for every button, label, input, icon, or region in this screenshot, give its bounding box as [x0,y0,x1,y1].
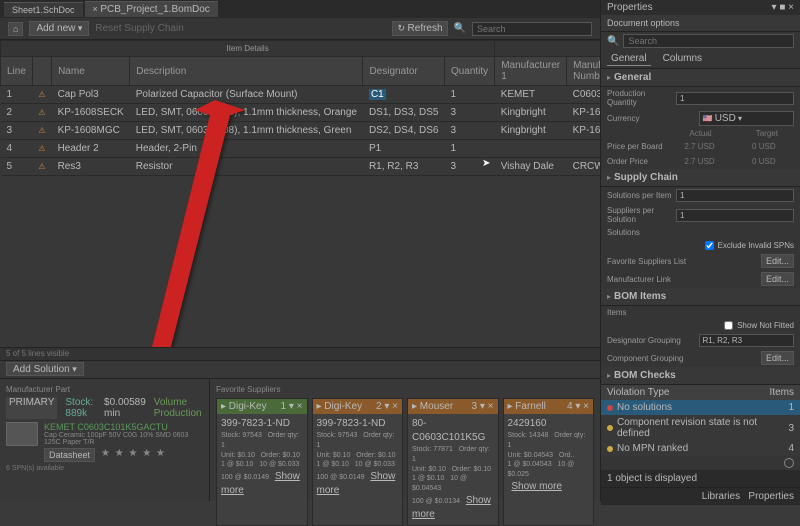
properties-tab[interactable]: Properties [748,491,794,502]
props-search-input[interactable] [623,34,794,48]
part-name: KEMET C0603C101K5GACTU [44,422,203,432]
group-item-details: Item Details [1,41,495,57]
edit-mfr-link-button[interactable]: Edit... [761,272,794,286]
home-icon[interactable]: ⌂ [8,22,23,36]
add-solution-button[interactable]: Add Solution ▾ [6,362,84,376]
table-row[interactable]: 1⚠Cap Pol3Polarized Capacitor (Surface M… [1,86,601,104]
supplier-card[interactable]: ▸ Mouser3 ▾ ×80-C0603C101K5GStock: 77871… [407,398,499,526]
check-row[interactable]: Component revision state is not defined3 [601,415,800,441]
libraries-tab[interactable]: Libraries [702,491,740,502]
header-row: Line NameDescription DesignatorQuantity … [1,57,601,86]
solutions-per-item[interactable] [676,189,794,202]
show-not-fitted[interactable] [724,321,733,330]
gear-icon[interactable] [784,458,794,468]
reset-supply-chain[interactable]: Reset Supply Chain [95,23,183,34]
check-row[interactable]: No solutions1 [601,400,800,415]
favorite-suppliers-panel: Favorite Suppliers ▸ Digi-Key1 ▾ ×399-78… [210,379,600,501]
bom-checks-list: Violation TypeItems No solutions1Compone… [601,385,800,456]
bom-grid[interactable]: Item Details Primary Solution Line NameD… [0,40,600,347]
properties-title: Properties▾ ■ × [601,0,800,15]
check-row[interactable]: No MPN ranked4 [601,441,800,456]
datasheet-button[interactable]: Datasheet [44,448,95,462]
table-row[interactable]: 4⚠Header 2Header, 2-PinP11 [1,140,601,158]
manufacturer-part-panel: Manufacturer Part PRIMARY Stock: 889k $0… [0,379,210,501]
suppliers-per-solution[interactable] [676,209,794,222]
edit-component-grouping[interactable]: Edit... [761,351,794,365]
table-row[interactable]: 2⚠KP-1608SECKLED, SMT, 0603(1608), 1.1mm… [1,104,601,122]
currency-select[interactable]: 🇺🇸 USD ▾ [699,111,795,126]
supplier-card[interactable]: ▸ Farnell4 ▾ ×2429160Stock: 14348 Order … [503,398,595,526]
search-input[interactable] [472,22,592,36]
properties-panel: Properties▾ ■ × Document options 🔍 Gener… [600,0,800,501]
table-row[interactable]: 3⚠KP-1608MGCLED, SMT, 0603(1608), 1.1mm … [1,122,601,140]
tab-general[interactable]: General [607,52,651,66]
status-lines-visible: 5 of 5 lines visible [0,347,600,361]
primary-badge: PRIMARY [6,397,57,419]
add-new-button[interactable]: Add new ▾ [29,21,89,36]
part-thumbnail [6,422,38,446]
rating-stars: ★ ★ ★ ★ ★ [101,448,166,462]
toolbar: ⌂ Add new ▾ Reset Supply Chain ↻ Refresh… [0,18,600,40]
exclude-invalid-spns[interactable] [705,241,714,250]
table-row[interactable]: 5⚠Res3ResistorR1, R2, R33Vishay DaleCRCW… [1,158,601,176]
supplier-card[interactable]: ▸ Digi-Key1 ▾ ×399-7823-1-NDStock: 97543… [216,398,308,526]
tab-columns[interactable]: Columns [659,52,706,66]
designator-grouping[interactable] [699,334,795,347]
tab-bomdoc[interactable]: × PCB_Project_1.BomDoc [85,1,218,17]
supplier-card[interactable]: ▸ Digi-Key2 ▾ ×399-7823-1-NDStock: 97543… [312,398,404,526]
tab-sheet1[interactable]: Sheet1.SchDoc [4,2,83,17]
production-qty-input[interactable] [676,92,794,105]
refresh-button[interactable]: ↻ Refresh [392,21,447,36]
edit-suppliers-button[interactable]: Edit... [761,254,794,268]
doc-tabs: Sheet1.SchDoc × PCB_Project_1.BomDoc [0,0,600,18]
